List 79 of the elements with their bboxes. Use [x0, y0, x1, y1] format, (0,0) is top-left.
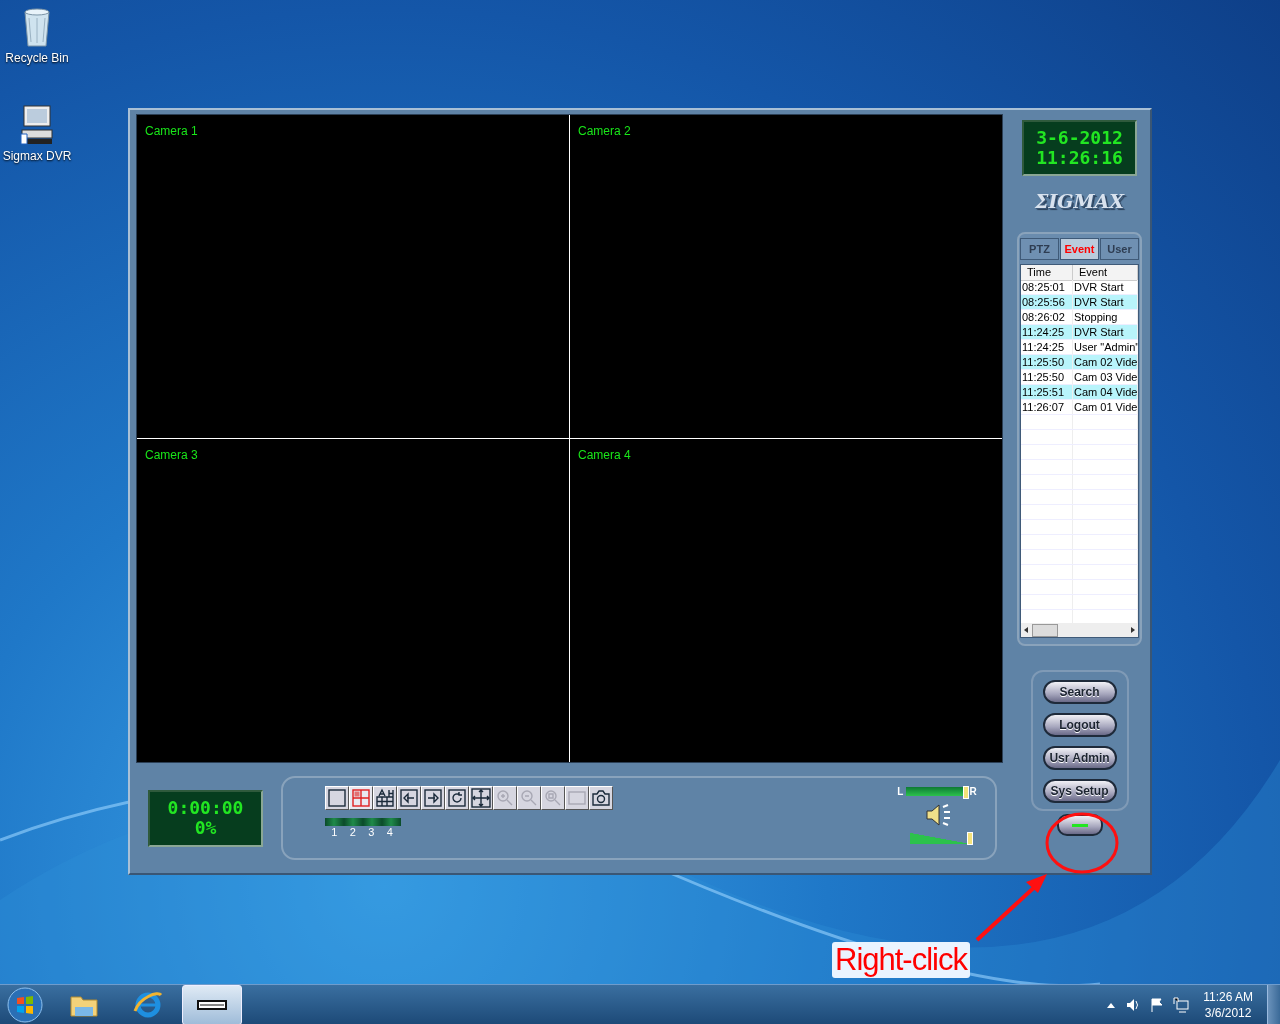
- toolbar-button[interactable]: [397, 786, 421, 810]
- desktop-icon-label[interactable]: Recycle Bin: [5, 51, 69, 65]
- action-button[interactable]: Logout: [1042, 713, 1117, 737]
- playback-time: 0:00:00: [167, 798, 244, 818]
- video-panel[interactable]: Camera 2: [570, 115, 1002, 438]
- zoom-in-icon: [495, 788, 515, 808]
- table-cell: 08:26:02: [1021, 310, 1073, 324]
- balance-label: R: [969, 786, 977, 797]
- camera-label: Camera 3: [145, 448, 198, 462]
- date-text: 3-6-2012: [1036, 128, 1123, 148]
- video-panel[interactable]: Camera 1: [137, 115, 569, 438]
- table-cell: 11:24:25: [1021, 340, 1073, 354]
- slider-thumb[interactable]: [967, 832, 973, 845]
- video-panel[interactable]: Camera 3: [137, 439, 569, 762]
- channel-number: 2: [349, 826, 356, 838]
- time-text: 11:26:16: [1036, 148, 1123, 168]
- grid-view-icon: [375, 788, 395, 808]
- taskbar-button[interactable]: [182, 984, 242, 1024]
- show-desktop-button[interactable]: [1267, 984, 1280, 1024]
- refresh-icon: [447, 788, 467, 808]
- dvr-icon: [197, 999, 227, 1010]
- channel-number: 3: [368, 826, 375, 838]
- table-cell: 08:25:01: [1021, 280, 1073, 294]
- table-cell: Stopping: [1073, 310, 1138, 324]
- camera-icon: [591, 788, 611, 808]
- rectangle-icon: [567, 788, 587, 808]
- table-cell: DVR Start: [1073, 295, 1138, 309]
- desktop-icon-label[interactable]: Sigmax DVR: [2, 149, 72, 163]
- network-icon[interactable]: [1173, 996, 1190, 1013]
- quad-view-icon: [351, 788, 371, 808]
- balance-slider[interactable]: [906, 787, 967, 796]
- move-icon: [471, 788, 491, 808]
- toolbar-button[interactable]: [325, 786, 349, 810]
- toolbar-button[interactable]: [421, 786, 445, 810]
- slider-thumb[interactable]: [963, 786, 970, 799]
- action-button[interactable]: Sys Setup: [1042, 779, 1117, 803]
- start-button[interactable]: [7, 986, 43, 1023]
- volume-slider[interactable]: [910, 833, 970, 844]
- table-cell: Cam 01 Vide: [1073, 400, 1138, 414]
- zoom-fit-icon: [543, 788, 563, 808]
- playback-percent-text: 0%: [194, 818, 217, 838]
- toolbar-button[interactable]: [469, 786, 493, 810]
- toolbar-button[interactable]: [349, 786, 373, 810]
- toolbar-button[interactable]: [445, 786, 469, 810]
- table-cell: User "Admin": [1073, 340, 1138, 354]
- table-cell: Cam 02 Vide: [1073, 355, 1138, 369]
- speaker-icon[interactable]: [923, 801, 951, 829]
- table-cell: 11:25:50: [1021, 355, 1073, 369]
- table-cell: 11:25:51: [1021, 385, 1073, 399]
- table-cell: 11:26:07: [1021, 400, 1073, 414]
- channel-number: 4: [386, 826, 393, 838]
- computer-icon[interactable]: [19, 104, 55, 146]
- toolbar-button[interactable]: [589, 786, 613, 810]
- table-cell: DVR Start: [1073, 325, 1138, 339]
- table-cell: 11:25:50: [1021, 370, 1073, 384]
- table-cell: Cam 03 Vide: [1073, 370, 1138, 384]
- table-cell: Cam 04 Vide: [1073, 385, 1138, 399]
- toolbar-button[interactable]: [373, 786, 397, 810]
- action-button[interactable]: Usr Admin: [1042, 746, 1117, 770]
- table-cell: DVR Start: [1073, 280, 1138, 294]
- camera-label: Camera 2: [578, 124, 631, 138]
- clock-date[interactable]: 3/6/2012: [1204, 1004, 1252, 1021]
- video-panel[interactable]: Camera 4: [570, 439, 1002, 762]
- camera-label: Camera 1: [145, 124, 198, 138]
- table-cell: 11:24:25: [1021, 325, 1073, 339]
- annotation-arrow: [975, 874, 1047, 942]
- balance-label: L: [897, 786, 904, 797]
- camera-label: Camera 4: [578, 448, 631, 462]
- channel-number: 1: [331, 826, 338, 838]
- logo: ΣIGMAX: [1034, 190, 1125, 212]
- annotation-text: Right-click: [832, 942, 970, 978]
- column-header[interactable]: Event: [1073, 265, 1138, 281]
- column-header[interactable]: Time: [1021, 265, 1073, 281]
- single-view-icon: [327, 788, 347, 808]
- clock-time[interactable]: 11:26 AM: [1203, 988, 1253, 1005]
- scrollbar[interactable]: [1021, 623, 1138, 637]
- action-button[interactable]: Search: [1042, 680, 1117, 704]
- table-cell: 08:25:56: [1021, 295, 1073, 309]
- zoom-out-icon: [519, 788, 539, 808]
